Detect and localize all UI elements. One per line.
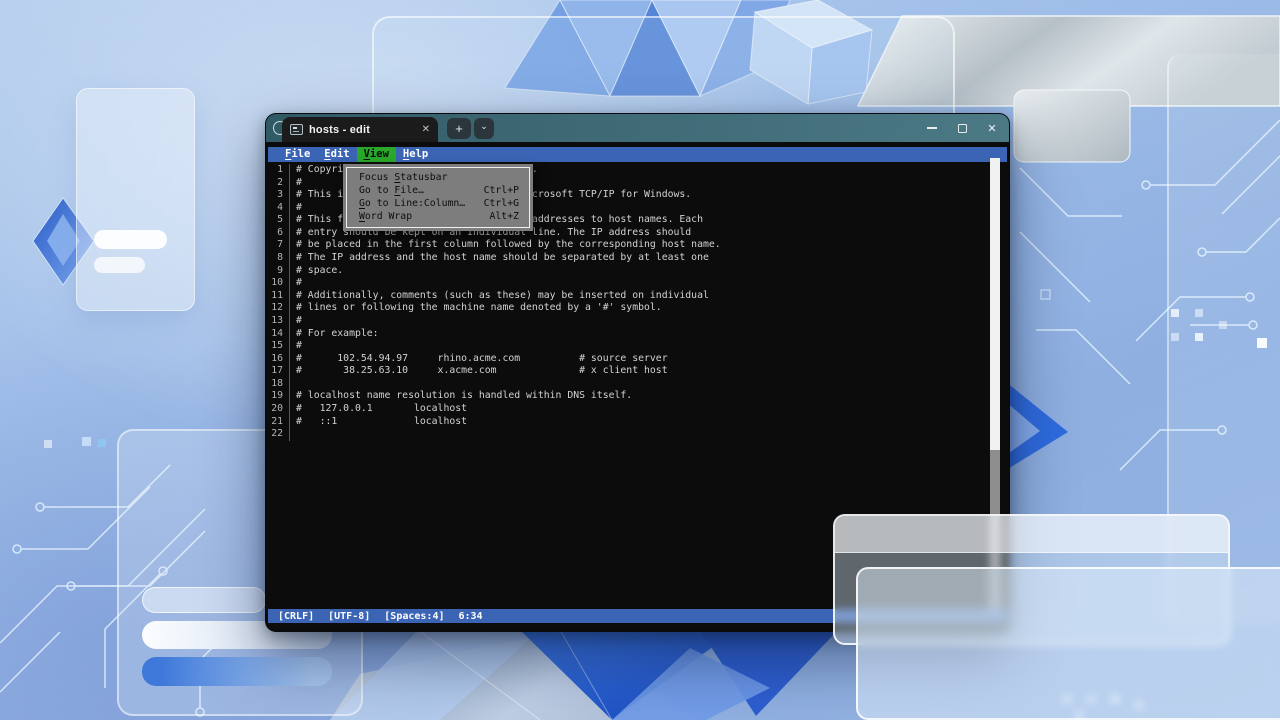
editor-line[interactable]: 13 # [268, 315, 1007, 328]
line-text: # [289, 277, 302, 290]
menu-edit[interactable]: Edit [317, 147, 356, 162]
close-button[interactable]: ✕ [977, 114, 1007, 142]
line-number: 11 [268, 290, 289, 303]
editor-line[interactable]: 10 # [268, 277, 1007, 290]
editor-line[interactable]: 18 [268, 378, 1007, 391]
menu-bar: File Edit View Help [268, 147, 1007, 162]
line-number: 8 [268, 252, 289, 265]
line-number: 4 [268, 202, 289, 215]
menu-file[interactable]: File [278, 147, 317, 162]
view-menu-popup: Focus Statusbar Go to File… Ctrl+P Go to… [343, 164, 533, 231]
editor-line[interactable]: 19 # localhost name resolution is handle… [268, 390, 1007, 403]
editor-line[interactable]: 17 # 38.25.63.10 x.acme.com # x client h… [268, 365, 1007, 378]
edit-app-icon [290, 124, 303, 135]
line-text: # 102.54.94.97 rhino.acme.com # source s… [289, 353, 668, 366]
line-number: 22 [268, 428, 289, 441]
line-number: 16 [268, 353, 289, 366]
line-text: # [289, 202, 302, 215]
status-cursor-position[interactable]: 6:34 [459, 611, 483, 622]
editor-line[interactable]: 7 # be placed in the first column follow… [268, 239, 1007, 252]
minimize-icon [927, 127, 937, 129]
editor-line[interactable]: 12 # lines or following the machine name… [268, 302, 1007, 315]
decor-pill [94, 257, 145, 273]
maximize-icon [958, 124, 967, 133]
menu-item-go-to-file[interactable]: Go to File… Ctrl+P [347, 184, 529, 197]
close-icon: ✕ [987, 122, 996, 135]
tab-hosts-edit[interactable]: hosts - edit ✕ [282, 117, 438, 142]
frosted-overlay-titlebar [835, 516, 1228, 553]
menu-help[interactable]: Help [396, 147, 435, 162]
line-text [289, 428, 296, 441]
line-number: 13 [268, 315, 289, 328]
frosted-overlay-panel-2 [856, 567, 1280, 720]
editor-line[interactable]: 8 # The IP address and the host name sho… [268, 252, 1007, 265]
editor-line[interactable]: 11 # Additionally, comments (such as the… [268, 290, 1007, 303]
status-line-ending[interactable]: [CRLF] [278, 611, 314, 622]
scrollbar-thumb[interactable] [990, 158, 1000, 450]
line-text: # ::1 localhost [289, 416, 467, 429]
window-titlebar[interactable]: hosts - edit ✕ + ⌄ ✕ [266, 114, 1009, 142]
tab-close-button[interactable]: ✕ [422, 125, 430, 135]
editor-line[interactable]: 22 [268, 428, 1007, 441]
line-text: # [289, 315, 302, 328]
decor-pill [142, 587, 266, 613]
line-number: 18 [268, 378, 289, 391]
line-number: 15 [268, 340, 289, 353]
line-number: 7 [268, 239, 289, 252]
line-text: # 127.0.0.1 localhost [289, 403, 467, 416]
editor-line[interactable]: 14 # For example: [268, 328, 1007, 341]
tab-title: hosts - edit [309, 124, 370, 136]
line-text: # space. [289, 265, 343, 278]
decor-pill [142, 657, 332, 686]
line-text: # [289, 340, 302, 353]
line-number: 1 [268, 164, 289, 177]
line-text: # The IP address and the host name shoul… [289, 252, 709, 265]
status-encoding[interactable]: [UTF-8] [328, 611, 370, 622]
line-number: 21 [268, 416, 289, 429]
editor-line[interactable]: 20 # 127.0.0.1 localhost [268, 403, 1007, 416]
maximize-button[interactable] [947, 114, 977, 142]
line-number: 6 [268, 227, 289, 240]
line-text: # localhost name resolution is handled w… [289, 390, 632, 403]
line-number: 10 [268, 277, 289, 290]
editor-line[interactable]: 15 # [268, 340, 1007, 353]
line-text: # [289, 177, 302, 190]
line-number: 5 [268, 214, 289, 227]
line-number: 3 [268, 189, 289, 202]
editor-line[interactable]: 21 # ::1 localhost [268, 416, 1007, 429]
line-text: # be placed in the first column followed… [289, 239, 721, 252]
chevron-down-icon: ⌄ [480, 121, 488, 132]
shortcut-label: Alt+Z [490, 210, 520, 223]
line-text: # 38.25.63.10 x.acme.com # x client host [289, 365, 668, 378]
status-indentation[interactable]: [Spaces:4] [384, 611, 444, 622]
decor-pill [94, 230, 167, 249]
menu-item-go-to-line-column[interactable]: Go to Line:Column… Ctrl+G [347, 197, 529, 210]
tab-dropdown-button[interactable]: ⌄ [474, 118, 494, 139]
line-number: 9 [268, 265, 289, 278]
menu-view[interactable]: View [357, 147, 396, 162]
line-number: 14 [268, 328, 289, 341]
line-number: 20 [268, 403, 289, 416]
line-number: 12 [268, 302, 289, 315]
line-text [289, 378, 296, 391]
shortcut-label: Ctrl+G [484, 197, 519, 210]
new-tab-button[interactable]: + [447, 118, 471, 139]
minimize-button[interactable] [917, 114, 947, 142]
shortcut-label: Ctrl+P [484, 184, 519, 197]
line-number: 19 [268, 390, 289, 403]
line-number: 2 [268, 177, 289, 190]
line-text: # For example: [289, 328, 379, 341]
view-menu-border: Focus Statusbar Go to File… Ctrl+P Go to… [346, 167, 530, 228]
editor-line[interactable]: 16 # 102.54.94.97 rhino.acme.com # sourc… [268, 353, 1007, 366]
line-number: 17 [268, 365, 289, 378]
line-text: # Additionally, comments (such as these)… [289, 290, 709, 303]
line-text: # lines or following the machine name de… [289, 302, 662, 315]
frosted-card-left [76, 88, 195, 311]
menu-item-focus-statusbar[interactable]: Focus Statusbar [347, 171, 529, 184]
editor-line[interactable]: 9 # space. [268, 265, 1007, 278]
menu-item-word-wrap[interactable]: Word Wrap Alt+Z [347, 210, 529, 223]
